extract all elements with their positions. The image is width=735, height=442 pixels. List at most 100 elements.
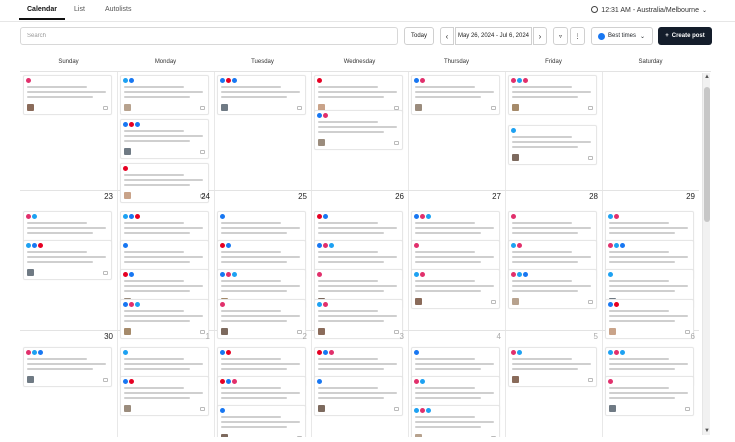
platform-icons <box>511 78 528 83</box>
post-text-preview <box>609 285 688 287</box>
post-text-preview <box>415 392 494 394</box>
today-button[interactable]: Today <box>404 27 434 45</box>
post-card[interactable] <box>217 75 306 115</box>
post-text-preview <box>318 387 378 389</box>
chevron-down-icon: ⌄ <box>640 33 646 40</box>
post-card[interactable] <box>314 75 403 115</box>
post-card[interactable] <box>120 75 209 115</box>
social-platform-icon <box>220 302 225 307</box>
post-text-preview <box>221 280 281 282</box>
social-platform-icon <box>523 78 528 83</box>
tab-calendar[interactable]: Calendar <box>19 6 65 20</box>
post-card[interactable] <box>120 376 209 416</box>
post-text-preview <box>124 310 184 312</box>
social-platform-icon <box>517 243 522 248</box>
prev-range-button[interactable]: ‹ <box>440 27 454 45</box>
post-text-preview <box>124 358 184 360</box>
platform-icons <box>608 214 619 219</box>
post-thumbnail <box>318 328 325 335</box>
media-icon <box>491 436 496 437</box>
calendar-grid: 23 24 25 26 27 28 29 30 1 2 3 4 5 6 <box>20 71 711 437</box>
post-thumbnail <box>512 104 519 111</box>
post-card[interactable] <box>120 119 209 159</box>
platform-icons <box>123 78 134 83</box>
platform-icons <box>414 78 425 83</box>
tab-autolists[interactable]: Autolists <box>105 6 131 13</box>
post-card[interactable] <box>508 75 597 115</box>
media-icon <box>588 300 593 304</box>
media-icon <box>103 378 108 382</box>
post-card[interactable] <box>605 376 694 416</box>
post-card[interactable] <box>23 240 112 280</box>
social-platform-icon <box>226 272 231 277</box>
social-platform-icon <box>523 272 528 277</box>
platform-icons <box>511 243 522 248</box>
social-platform-icon <box>220 214 225 219</box>
search-input[interactable] <box>20 27 398 45</box>
timezone-selector[interactable]: 12:31 AM - Australia/Melbourne ⌄ <box>591 6 707 14</box>
social-platform-icon <box>26 214 31 219</box>
filter-button[interactable]: ▿ <box>553 27 568 45</box>
post-card[interactable] <box>411 405 500 437</box>
post-text-preview <box>221 251 281 253</box>
social-platform-icon <box>420 214 425 219</box>
scroll-up-icon[interactable]: ▲ <box>704 74 710 80</box>
post-card[interactable] <box>314 376 403 416</box>
post-card[interactable] <box>314 110 403 150</box>
tab-list[interactable]: List <box>74 6 85 13</box>
platform-icons <box>123 379 134 384</box>
social-platform-icon <box>317 78 322 83</box>
best-times-dropdown[interactable]: Best times ⌄ <box>591 27 653 45</box>
day-number: 1 <box>205 332 210 341</box>
weekday-label: Saturday <box>638 59 663 65</box>
social-platform-icon <box>38 350 43 355</box>
chevron-right-icon: › <box>538 31 542 41</box>
day-number: 28 <box>589 192 598 201</box>
social-platform-icon <box>123 214 128 219</box>
social-platform-icon <box>317 243 322 248</box>
create-post-button[interactable]: + Create post <box>658 27 712 45</box>
post-text-preview <box>221 91 300 93</box>
post-text-preview <box>609 261 675 263</box>
scrollbar-thumb[interactable] <box>704 87 710 222</box>
post-text-preview <box>318 96 384 98</box>
post-text-preview <box>609 280 669 282</box>
more-options-button[interactable]: ⋮ <box>570 27 585 45</box>
post-card[interactable] <box>411 75 500 115</box>
social-platform-icon <box>129 214 134 219</box>
social-platform-icon <box>414 214 419 219</box>
platform-icons <box>511 350 522 355</box>
next-range-button[interactable]: › <box>533 27 547 45</box>
post-card[interactable] <box>23 75 112 115</box>
post-text-preview <box>221 285 300 287</box>
post-card[interactable] <box>411 269 500 309</box>
scroll-down-icon[interactable]: ▼ <box>704 428 710 434</box>
platform-icons <box>414 379 425 384</box>
post-thumbnail <box>318 139 325 146</box>
post-card[interactable] <box>23 347 112 387</box>
social-platform-icon <box>329 243 334 248</box>
post-thumbnail <box>124 405 131 412</box>
post-text-preview <box>124 392 203 394</box>
post-thumbnail <box>124 192 131 199</box>
chevron-down-icon: ⌄ <box>701 8 707 14</box>
post-text-preview <box>512 91 591 93</box>
platform-icons <box>26 78 31 83</box>
post-text-preview <box>124 290 190 292</box>
social-platform-icon <box>414 350 419 355</box>
date-range-display[interactable]: May 26, 2024 - Jul 6, 2024 <box>455 27 532 45</box>
post-card[interactable] <box>508 347 597 387</box>
post-card[interactable] <box>508 125 597 165</box>
column-divider <box>311 72 312 437</box>
post-text-preview <box>124 320 190 322</box>
social-platform-icon <box>608 214 613 219</box>
post-card[interactable] <box>508 269 597 309</box>
post-text-preview <box>221 358 281 360</box>
filter-icon: ▿ <box>558 33 562 40</box>
post-text-preview <box>512 136 572 138</box>
post-card[interactable] <box>217 405 306 437</box>
post-text-preview <box>221 86 281 88</box>
social-platform-icon <box>517 78 522 83</box>
vertical-scrollbar[interactable]: ▲ ▼ <box>702 73 710 435</box>
day-number: 24 <box>201 192 210 201</box>
